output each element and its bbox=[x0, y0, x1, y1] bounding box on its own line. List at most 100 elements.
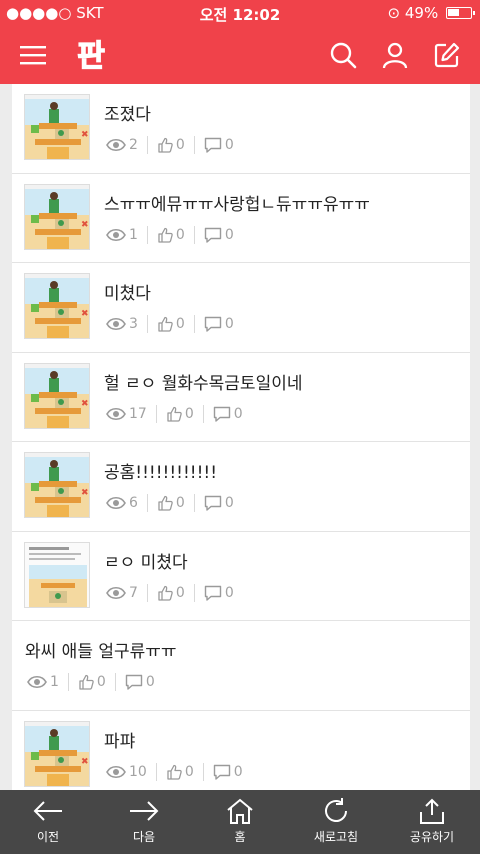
thumbs-up-icon bbox=[79, 674, 94, 690]
like-count: 0 bbox=[157, 495, 194, 511]
comment-count: 0 bbox=[204, 316, 243, 332]
battery-status: ⊙ 49% bbox=[388, 4, 475, 22]
comment-icon bbox=[204, 585, 222, 601]
divider bbox=[193, 136, 195, 154]
nav-back-button[interactable]: 이전 bbox=[0, 790, 96, 854]
post-title[interactable]: 미쳤다 bbox=[104, 279, 151, 304]
write-button[interactable] bbox=[428, 36, 466, 74]
post-stats: 1 0 0 bbox=[27, 673, 164, 691]
menu-button[interactable] bbox=[14, 36, 52, 74]
post-title[interactable]: 조졌다 bbox=[104, 100, 151, 125]
nav-refresh-button[interactable]: 새로고침 bbox=[288, 790, 384, 854]
arrow-left-icon bbox=[33, 801, 62, 821]
svg-text:✖: ✖ bbox=[81, 399, 89, 409]
like-count-value: 0 bbox=[175, 226, 185, 243]
comment-count: 0 bbox=[204, 495, 243, 511]
post-list-item[interactable]: ✖ 스ㅠㅠ에뮤ㅠㅠ사랑헙ㄴ듀ㅠㅠ유ㅠㅠ 1 0 0 bbox=[12, 174, 470, 263]
divider bbox=[146, 136, 148, 154]
post-thumbnail[interactable]: ✖ bbox=[24, 94, 90, 160]
comment-icon bbox=[213, 406, 230, 422]
post-list-item[interactable]: ✖ 미쳤다 3 0 0 bbox=[12, 263, 470, 353]
nav-home-button[interactable]: 홈 bbox=[192, 790, 288, 854]
post-title[interactable]: 스ㅠㅠ에뮤ㅠㅠ사랑헙ㄴ듀ㅠㅠ유ㅠㅠ bbox=[104, 190, 370, 215]
post-stats: 17 0 0 bbox=[106, 404, 252, 423]
post-thumbnail-image: ✖ bbox=[25, 184, 89, 249]
post-thumbnail-image: ✖ bbox=[25, 721, 89, 786]
battery-icon bbox=[446, 7, 475, 19]
thumbs-up-icon bbox=[167, 764, 182, 780]
post-stats: 7 0 0 bbox=[106, 583, 243, 602]
comment-count-value: 0 bbox=[224, 316, 234, 332]
comment-count: 0 bbox=[204, 227, 243, 243]
comment-count: 0 bbox=[204, 137, 243, 153]
post-title[interactable]: 파퍄 bbox=[104, 727, 135, 752]
like-count-value: 0 bbox=[175, 495, 185, 511]
post-title[interactable]: 와씨 애들 얼구류ㅠㅠ bbox=[25, 637, 177, 662]
like-count-value: 0 bbox=[175, 584, 185, 601]
share-icon bbox=[420, 798, 444, 824]
search-button[interactable] bbox=[324, 36, 362, 74]
post-thumbnail[interactable] bbox=[24, 541, 90, 608]
pann-logo[interactable]: 판 bbox=[72, 35, 110, 74]
comment-icon bbox=[204, 227, 222, 243]
view-count: 3 bbox=[106, 316, 147, 332]
comment-count-value: 0 bbox=[224, 226, 234, 243]
post-thumbnail-image: ✖ bbox=[25, 363, 89, 428]
eye-icon bbox=[27, 675, 47, 689]
post-title[interactable]: 공홈!!!!!!!!!!!! bbox=[104, 458, 217, 483]
divider bbox=[193, 494, 195, 512]
like-count-value: 0 bbox=[184, 763, 194, 780]
post-list-item[interactable]: ㄹㅇ 미쳤다 7 0 0 bbox=[12, 532, 470, 621]
thumbs-up-icon bbox=[158, 137, 173, 153]
battery-percent: 49% bbox=[404, 4, 439, 22]
view-count: 7 bbox=[106, 585, 147, 601]
post-stats: 1 0 0 bbox=[106, 225, 243, 244]
view-count-value: 7 bbox=[129, 584, 138, 601]
post-list-item[interactable]: ✖ 공홈!!!!!!!!!!!! 6 0 0 bbox=[12, 442, 470, 532]
divider bbox=[146, 494, 148, 512]
comment-count-value: 0 bbox=[233, 763, 243, 780]
post-thumbnail[interactable]: ✖ bbox=[24, 362, 90, 429]
post-title[interactable]: ㄹㅇ 미쳤다 bbox=[104, 548, 188, 573]
search-icon bbox=[330, 42, 357, 69]
nav-share-label: 공유하기 bbox=[409, 830, 455, 844]
nav-share-button[interactable]: 공유하기 bbox=[384, 790, 480, 854]
divider bbox=[193, 315, 195, 333]
user-icon bbox=[382, 42, 408, 69]
nav-forward-button[interactable]: 다음 bbox=[96, 790, 192, 854]
eye-icon bbox=[106, 586, 126, 599]
post-list-item[interactable]: ✖ 파퍄 10 0 0 bbox=[12, 711, 470, 791]
divider bbox=[114, 673, 116, 691]
profile-button[interactable] bbox=[376, 36, 414, 74]
svg-text:✖: ✖ bbox=[81, 130, 89, 140]
view-count: 6 bbox=[106, 495, 147, 511]
view-count-value: 1 bbox=[129, 226, 138, 243]
divider bbox=[202, 762, 204, 781]
post-stats: 10 0 0 bbox=[106, 762, 252, 781]
eye-icon bbox=[106, 407, 126, 420]
comment-count-value: 0 bbox=[145, 674, 155, 690]
hamburger-menu-icon bbox=[20, 46, 46, 65]
post-thumbnail[interactable]: ✖ bbox=[24, 720, 90, 787]
eye-icon bbox=[106, 228, 126, 241]
view-count-value: 17 bbox=[129, 405, 147, 422]
post-thumbnail[interactable]: ✖ bbox=[24, 452, 90, 518]
like-count: 0 bbox=[166, 764, 203, 780]
view-count-value: 10 bbox=[129, 763, 147, 780]
view-count-value: 6 bbox=[129, 495, 138, 511]
post-list-item[interactable]: ✖ 조졌다 2 0 0 bbox=[12, 84, 470, 174]
thumbs-up-icon bbox=[167, 406, 182, 422]
post-title[interactable]: 헐 ㄹㅇ 월화수목금토일이네 bbox=[104, 369, 303, 394]
post-list-item[interactable]: 와씨 애들 얼구류ㅠㅠ 1 0 0 bbox=[12, 621, 470, 711]
divider bbox=[67, 673, 69, 691]
nav-back-label: 이전 bbox=[36, 830, 60, 844]
thumbs-up-icon bbox=[158, 227, 173, 243]
view-count-value: 3 bbox=[129, 316, 138, 332]
post-thumbnail[interactable]: ✖ bbox=[24, 273, 90, 339]
post-list-item[interactable]: ✖ 헐 ㄹㅇ 월화수목금토일이네 17 0 0 bbox=[12, 353, 470, 442]
like-count-value: 0 bbox=[175, 137, 185, 153]
post-thumbnail[interactable]: ✖ bbox=[24, 183, 90, 250]
thumbs-up-icon bbox=[158, 316, 173, 332]
like-count: 0 bbox=[157, 316, 194, 332]
nav-refresh-label: 새로고침 bbox=[313, 830, 359, 844]
